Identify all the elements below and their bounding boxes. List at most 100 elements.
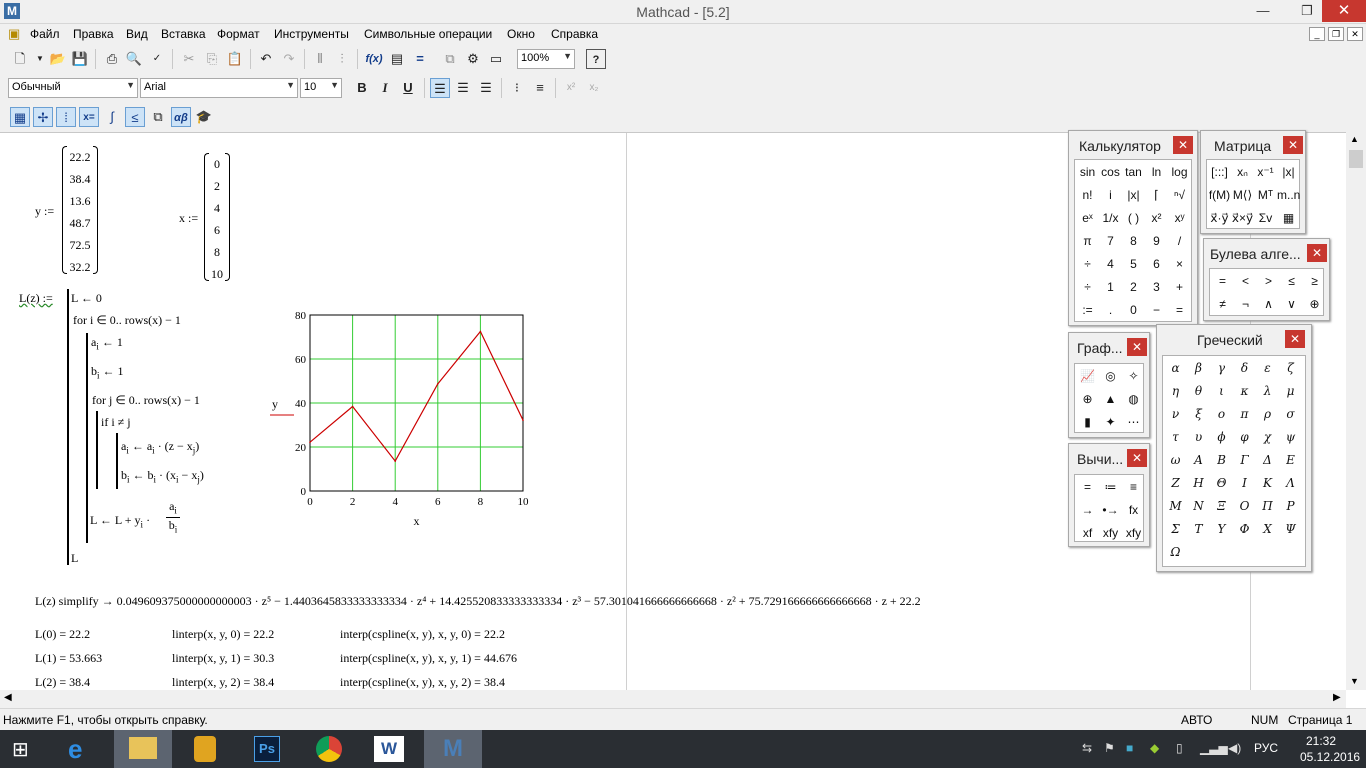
start-icon[interactable]: ⊞ [12, 739, 38, 761]
y-value[interactable]: 72.5 [62, 238, 98, 253]
greek-button[interactable]: Θ [1210, 472, 1233, 495]
greek-button[interactable]: Β [1210, 449, 1233, 472]
graph-button[interactable]: ✦ [1099, 411, 1122, 434]
program-line[interactable]: for i ∈ 0.. rows(x) − 1 [73, 313, 181, 328]
greek-button[interactable]: Ζ [1164, 472, 1187, 495]
tray-network-icon[interactable]: ⇆ [1082, 741, 1092, 755]
greek-panel[interactable]: Греческий ✕ αβγδεζ ηθικλμ νξοπρσ τυϕφχψ ωΑΒΓ… [1156, 324, 1312, 572]
numbering-icon[interactable]: ≡ [530, 78, 550, 98]
boolean-button[interactable]: ∨ [1280, 293, 1303, 316]
cut-icon[interactable]: ✂ [179, 49, 199, 69]
x-value[interactable]: 6 [204, 223, 230, 238]
italic-button[interactable]: I [375, 78, 395, 98]
calculator-button[interactable]: |x| [1122, 184, 1145, 207]
scroll-left-icon[interactable]: ◀ [4, 692, 12, 703]
calculator-button[interactable]: tan [1122, 161, 1145, 184]
photoshop-taskbar-icon[interactable]: Ps [238, 730, 296, 768]
calculator-button[interactable]: − [1145, 299, 1168, 322]
font-select[interactable]: Arial ▼ [140, 78, 298, 98]
result-linterp[interactable]: linterp(x, y, 1) = 30.3 [172, 651, 274, 666]
matrix-button[interactable]: x⃗×y⃗ [1231, 207, 1254, 230]
evaluation-button[interactable]: xf [1076, 522, 1099, 545]
graph-button[interactable]: ◎ [1099, 365, 1122, 388]
insert-unit-icon[interactable]: ▤ [387, 49, 407, 69]
menu-help[interactable]: Справка [551, 27, 598, 41]
align-horizontal-icon[interactable]: ⫴ [310, 49, 330, 69]
greek-button[interactable]: κ [1233, 380, 1256, 403]
boolean-button[interactable]: = [1211, 270, 1234, 293]
calculator-button[interactable]: ⌈ [1145, 184, 1168, 207]
greek-button[interactable]: Ψ [1279, 518, 1302, 541]
tray-volume-icon[interactable]: ◀) [1228, 741, 1241, 755]
tray-language[interactable]: РУС [1254, 741, 1278, 755]
align-center-icon[interactable]: ☰ [453, 78, 473, 98]
tray-shield-icon[interactable]: ◆ [1150, 741, 1159, 755]
greek-button[interactable]: φ [1233, 426, 1256, 449]
calculator-button[interactable]: / [1168, 230, 1191, 253]
result-linterp[interactable]: linterp(x, y, 2) = 38.4 [172, 675, 274, 690]
new-icon[interactable]: 🗋 [10, 49, 30, 69]
boolean-button[interactable]: > [1257, 270, 1280, 293]
x-value[interactable]: 8 [204, 245, 230, 260]
calculator-button[interactable]: 3 [1145, 276, 1168, 299]
program-line[interactable]: bi ← bi · (xi − xj) [121, 468, 204, 484]
greek-button[interactable]: ψ [1279, 426, 1302, 449]
matrix-panel[interactable]: Матрица ✕ [:::] xₙ x⁻¹ |x| f(M) M⟨⟩ Mᵀ m..n x⃗·y… [1200, 130, 1306, 234]
calculate-icon[interactable]: = [410, 49, 430, 69]
greek-button[interactable]: Ι [1233, 472, 1256, 495]
graph-button[interactable]: ▮ [1076, 411, 1099, 434]
align-vertical-icon[interactable]: ⫶ [332, 49, 352, 69]
greek-button[interactable]: ρ [1256, 403, 1279, 426]
boolean-button[interactable]: ¬ [1234, 293, 1257, 316]
symbolic-toolbar-icon[interactable]: 🎓 [194, 107, 214, 127]
doc-close-button[interactable]: ✕ [1347, 27, 1363, 41]
graph-toolbar-icon[interactable]: ✢ [33, 107, 53, 127]
greek-button[interactable]: τ [1164, 426, 1187, 449]
graph-close-icon[interactable]: ✕ [1127, 338, 1147, 356]
scroll-down-icon[interactable]: ▼ [1350, 676, 1359, 686]
greek-button[interactable]: υ [1187, 426, 1210, 449]
menu-format[interactable]: Формат [217, 27, 260, 41]
x-value[interactable]: 2 [204, 179, 230, 194]
greek-button[interactable]: β [1187, 357, 1210, 380]
new-dropdown-icon[interactable]: ▼ [30, 49, 50, 69]
calculator-button[interactable]: eˣ [1076, 207, 1099, 230]
matrix-button[interactable]: |x| [1277, 161, 1300, 184]
menu-symbolics[interactable]: Символьные операции [364, 27, 492, 41]
xy-plot[interactable]: 0 2 4 6 8 10 0 20 40 60 80 x y [262, 307, 552, 537]
calculator-button[interactable]: 5 [1122, 253, 1145, 276]
greek-button[interactable]: ϕ [1210, 426, 1233, 449]
graph-button[interactable]: ⋯ [1122, 411, 1145, 434]
program-line[interactable]: L [71, 551, 78, 566]
copy-icon[interactable]: ⎘ [202, 49, 222, 69]
program-line[interactable]: if i ≠ j [101, 415, 131, 430]
greek-button[interactable]: ι [1210, 380, 1233, 403]
greek-button[interactable]: Υ [1210, 518, 1233, 541]
evaluation-button[interactable]: ≡ [1122, 476, 1145, 499]
calculator-button[interactable]: 1/x [1099, 207, 1122, 230]
calculator-button[interactable]: ÷ [1076, 276, 1099, 299]
notes-taskbar-icon[interactable] [176, 730, 234, 768]
matrix-button[interactable]: m..n [1277, 184, 1300, 207]
horizontal-scrollbar[interactable]: ◀ ▶ [0, 690, 1346, 708]
boolean-panel[interactable]: Булева алге... ✕ = < > ≤ ≥ ≠ ¬ ∧ ∨ ⊕ [1203, 238, 1330, 321]
graph-button[interactable]: 📈 [1076, 365, 1099, 388]
boolean-button[interactable]: ⊕ [1303, 293, 1326, 316]
save-icon[interactable]: 💾 [70, 49, 90, 69]
greek-toolbar-icon[interactable]: αβ [171, 107, 191, 127]
greek-button[interactable]: Μ [1164, 495, 1187, 518]
evaluation-toolbar-icon[interactable]: x= [79, 107, 99, 127]
function-definition-label[interactable]: L(z) := [19, 291, 53, 306]
zoom-select[interactable]: 100% ▼ [517, 49, 575, 69]
menu-edit[interactable]: Правка [73, 27, 114, 41]
subscript-icon[interactable]: x₂ [584, 78, 604, 98]
tray-time[interactable]: 21:32 [1306, 734, 1336, 748]
boolean-button[interactable]: ∧ [1257, 293, 1280, 316]
open-icon[interactable]: 📂 [48, 49, 68, 69]
greek-button[interactable]: Δ [1256, 449, 1279, 472]
calculator-button[interactable]: xʸ [1168, 207, 1191, 230]
greek-button[interactable]: Η [1187, 472, 1210, 495]
simplify-result[interactable]: L(z) simplify → 0.049609375000000000003 … [35, 594, 921, 609]
result-lagrange[interactable]: L(1) = 53.663 [35, 651, 102, 666]
result-linterp[interactable]: linterp(x, y, 0) = 22.2 [172, 627, 274, 642]
